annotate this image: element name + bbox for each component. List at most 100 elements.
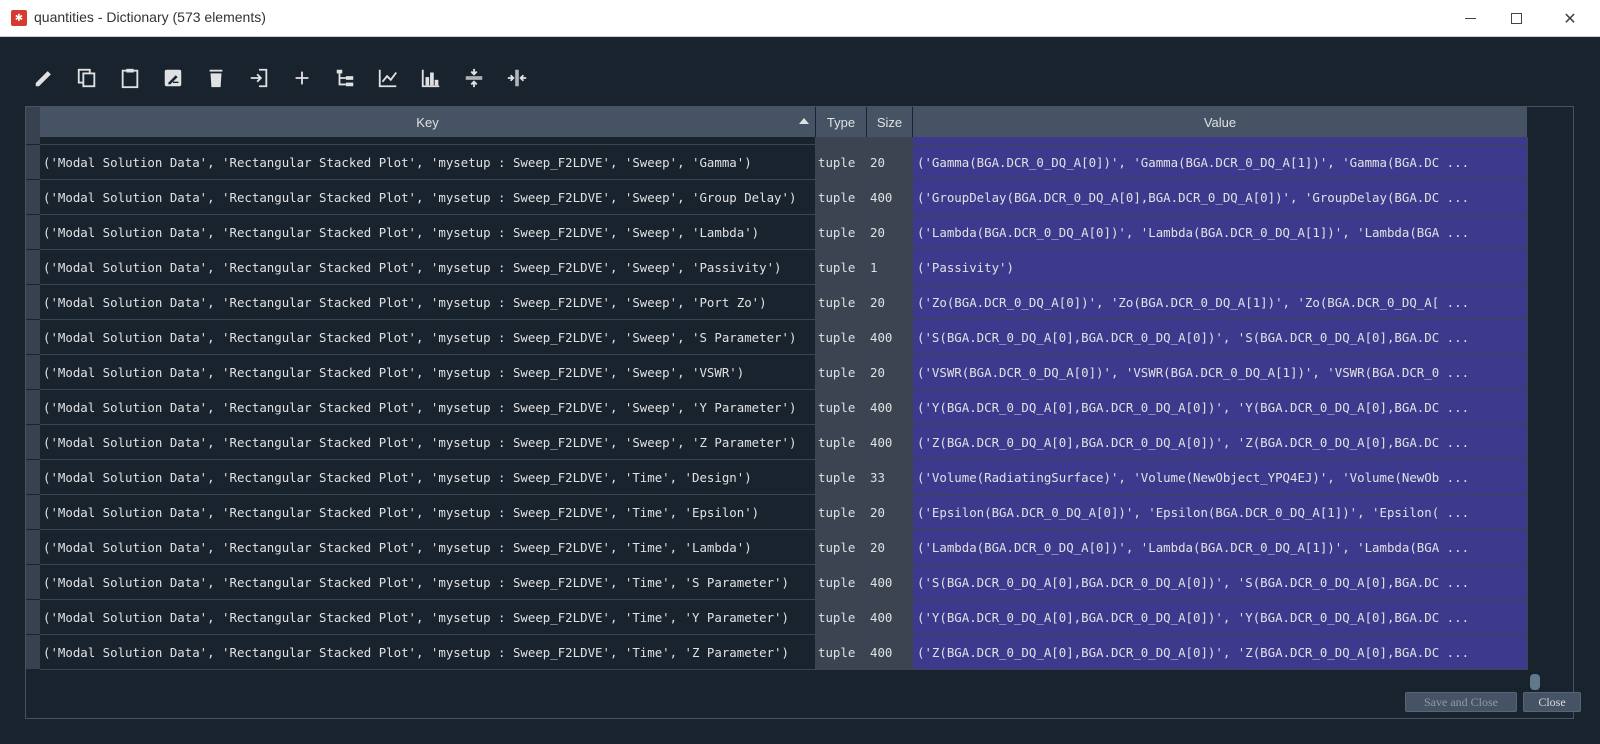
column-header-key[interactable]: Key bbox=[40, 107, 816, 137]
resize-columns-button[interactable] bbox=[501, 62, 533, 94]
value-cell[interactable]: ('Lambda(BGA.DCR_0_DQ_A[0])', 'Lambda(BG… bbox=[913, 215, 1528, 250]
type-cell[interactable]: tuple bbox=[816, 320, 867, 355]
plot-button[interactable] bbox=[372, 62, 404, 94]
table-row[interactable]: ('Modal Solution Data', 'Rectangular Sta… bbox=[40, 145, 1528, 180]
value-cell[interactable]: ('Zo(BGA.DCR_0_DQ_A[0])', 'Zo(BGA.DCR_0_… bbox=[913, 285, 1528, 320]
row-header-cell[interactable] bbox=[26, 215, 40, 250]
copy-button[interactable] bbox=[71, 62, 103, 94]
size-cell[interactable]: 33 bbox=[867, 460, 913, 495]
insert-button[interactable] bbox=[243, 62, 275, 94]
key-cell[interactable]: ('Modal Solution Data', 'Rectangular Sta… bbox=[40, 565, 816, 600]
size-cell[interactable]: 20 bbox=[867, 355, 913, 390]
type-cell[interactable]: tuple bbox=[816, 530, 867, 565]
size-cell[interactable]: 20 bbox=[867, 145, 913, 180]
key-cell[interactable]: ('Modal Solution Data', 'Rectangular Sta… bbox=[40, 250, 816, 285]
key-cell[interactable]: ('Modal Solution Data', 'Rectangular Sta… bbox=[40, 320, 816, 355]
type-cell[interactable]: tuple bbox=[816, 145, 867, 180]
value-cell[interactable]: ('GroupDelay(BGA.DCR_0_DQ_A[0],BGA.DCR_0… bbox=[913, 180, 1528, 215]
row-header-cell[interactable] bbox=[26, 250, 40, 285]
row-header-cell[interactable] bbox=[26, 355, 40, 390]
row-header-cell[interactable] bbox=[26, 425, 40, 460]
table-row[interactable]: ('Modal Solution Data', 'Rectangular Sta… bbox=[40, 320, 1528, 355]
column-header-value[interactable]: Value bbox=[913, 107, 1528, 137]
size-cell[interactable]: 400 bbox=[867, 390, 913, 425]
table-row[interactable]: ('Modal Solution Data', 'Rectangular Sta… bbox=[40, 355, 1528, 390]
row-header-cell[interactable] bbox=[26, 460, 40, 495]
add-button[interactable] bbox=[286, 62, 318, 94]
histogram-button[interactable] bbox=[415, 62, 447, 94]
row-header-cell[interactable] bbox=[26, 565, 40, 600]
value-cell[interactable]: ('Z(BGA.DCR_0_DQ_A[0],BGA.DCR_0_DQ_A[0])… bbox=[913, 425, 1528, 460]
value-cell[interactable]: ('S(BGA.DCR_0_DQ_A[0],BGA.DCR_0_DQ_A[0])… bbox=[913, 320, 1528, 355]
row-header-cell[interactable] bbox=[26, 390, 40, 425]
value-cell[interactable]: ('VSWR(BGA.DCR_0_DQ_A[0])', 'VSWR(BGA.DC… bbox=[913, 355, 1528, 390]
key-cell[interactable]: ('Modal Solution Data', 'Rectangular Sta… bbox=[40, 390, 816, 425]
key-cell[interactable]: ('Modal Solution Data', 'Rectangular Sta… bbox=[40, 355, 816, 390]
paste-button[interactable] bbox=[114, 62, 146, 94]
type-cell[interactable]: tuple bbox=[816, 285, 867, 320]
minimize-button[interactable] bbox=[1447, 0, 1493, 36]
scrollbar-track[interactable] bbox=[1530, 137, 1541, 718]
row-header-cell[interactable] bbox=[26, 180, 40, 215]
value-cell[interactable]: ('Volume(RadiatingSurface)', 'Volume(New… bbox=[913, 460, 1528, 495]
table-row[interactable]: ('Modal Solution Data', 'Rectangular Sta… bbox=[40, 425, 1528, 460]
size-cell[interactable]: 400 bbox=[867, 320, 913, 355]
type-cell[interactable]: tuple bbox=[816, 250, 867, 285]
table-row[interactable]: ('Modal Solution Data', 'Rectangular Sta… bbox=[40, 635, 1528, 670]
table-row[interactable]: ('Modal Solution Data', 'Rectangular Sta… bbox=[40, 565, 1528, 600]
size-cell[interactable]: 400 bbox=[867, 565, 913, 600]
size-cell[interactable]: 20 bbox=[867, 495, 913, 530]
size-cell[interactable]: 20 bbox=[867, 215, 913, 250]
row-header-cell[interactable] bbox=[26, 320, 40, 355]
size-cell[interactable]: 20 bbox=[867, 530, 913, 565]
type-cell[interactable]: tuple bbox=[816, 460, 867, 495]
value-cell[interactable]: ('Gamma(BGA.DCR_0_DQ_A[0])', 'Gamma(BGA.… bbox=[913, 145, 1528, 180]
type-cell[interactable]: tuple bbox=[816, 495, 867, 530]
key-cell[interactable]: ('Modal Solution Data', 'Rectangular Sta… bbox=[40, 600, 816, 635]
key-cell[interactable] bbox=[40, 137, 816, 145]
key-cell[interactable]: ('Modal Solution Data', 'Rectangular Sta… bbox=[40, 180, 816, 215]
type-cell[interactable]: tuple bbox=[816, 600, 867, 635]
key-cell[interactable]: ('Modal Solution Data', 'Rectangular Sta… bbox=[40, 460, 816, 495]
close-window-button[interactable]: ✕ bbox=[1547, 0, 1593, 36]
maximize-button[interactable] bbox=[1493, 0, 1539, 36]
size-cell[interactable]: 400 bbox=[867, 180, 913, 215]
column-header-type[interactable]: Type bbox=[816, 107, 867, 137]
table-row[interactable]: ('Modal Solution Data', 'Rectangular Sta… bbox=[40, 215, 1528, 250]
size-cell[interactable]: 400 bbox=[867, 635, 913, 670]
row-header-cell[interactable] bbox=[26, 495, 40, 530]
vertical-scrollbar[interactable] bbox=[1528, 137, 1543, 718]
size-cell[interactable]: 400 bbox=[867, 425, 913, 460]
table-row[interactable]: ('Modal Solution Data', 'Rectangular Sta… bbox=[40, 250, 1528, 285]
value-cell[interactable]: ('Z(BGA.DCR_0_DQ_A[0],BGA.DCR_0_DQ_A[0])… bbox=[913, 635, 1528, 670]
type-cell[interactable]: tuple bbox=[816, 635, 867, 670]
key-cell[interactable]: ('Modal Solution Data', 'Rectangular Sta… bbox=[40, 495, 816, 530]
key-cell[interactable]: ('Modal Solution Data', 'Rectangular Sta… bbox=[40, 425, 816, 460]
row-header-cell[interactable] bbox=[26, 530, 40, 565]
column-header-size[interactable]: Size bbox=[867, 107, 913, 137]
value-cell[interactable] bbox=[913, 137, 1528, 145]
table-row[interactable]: ('Modal Solution Data', 'Rectangular Sta… bbox=[40, 600, 1528, 635]
scrollbar-thumb[interactable] bbox=[1530, 674, 1540, 690]
save-and-close-button[interactable]: Save and Close bbox=[1405, 692, 1517, 712]
table-row[interactable]: ('Modal Solution Data', 'Rectangular Sta… bbox=[40, 390, 1528, 425]
value-cell[interactable]: ('Epsilon(BGA.DCR_0_DQ_A[0])', 'Epsilon(… bbox=[913, 495, 1528, 530]
type-cell[interactable]: tuple bbox=[816, 565, 867, 600]
key-cell[interactable]: ('Modal Solution Data', 'Rectangular Sta… bbox=[40, 635, 816, 670]
table-row[interactable]: ('Modal Solution Data', 'Rectangular Sta… bbox=[40, 530, 1528, 565]
value-cell[interactable]: ('Y(BGA.DCR_0_DQ_A[0],BGA.DCR_0_DQ_A[0])… bbox=[913, 390, 1528, 425]
type-cell[interactable] bbox=[816, 137, 867, 145]
type-cell[interactable]: tuple bbox=[816, 390, 867, 425]
size-cell[interactable]: 20 bbox=[867, 285, 913, 320]
rename-button[interactable] bbox=[157, 62, 189, 94]
value-cell[interactable]: ('S(BGA.DCR_0_DQ_A[0],BGA.DCR_0_DQ_A[0])… bbox=[913, 565, 1528, 600]
edit-button[interactable] bbox=[28, 62, 60, 94]
size-cell[interactable]: 400 bbox=[867, 600, 913, 635]
size-cell[interactable] bbox=[867, 137, 913, 145]
table-row[interactable]: ('Modal Solution Data', 'Rectangular Sta… bbox=[40, 285, 1528, 320]
type-cell[interactable]: tuple bbox=[816, 215, 867, 250]
type-cell[interactable]: tuple bbox=[816, 355, 867, 390]
remove-button[interactable] bbox=[200, 62, 232, 94]
table-row-partial[interactable] bbox=[40, 137, 1528, 145]
size-cell[interactable]: 1 bbox=[867, 250, 913, 285]
